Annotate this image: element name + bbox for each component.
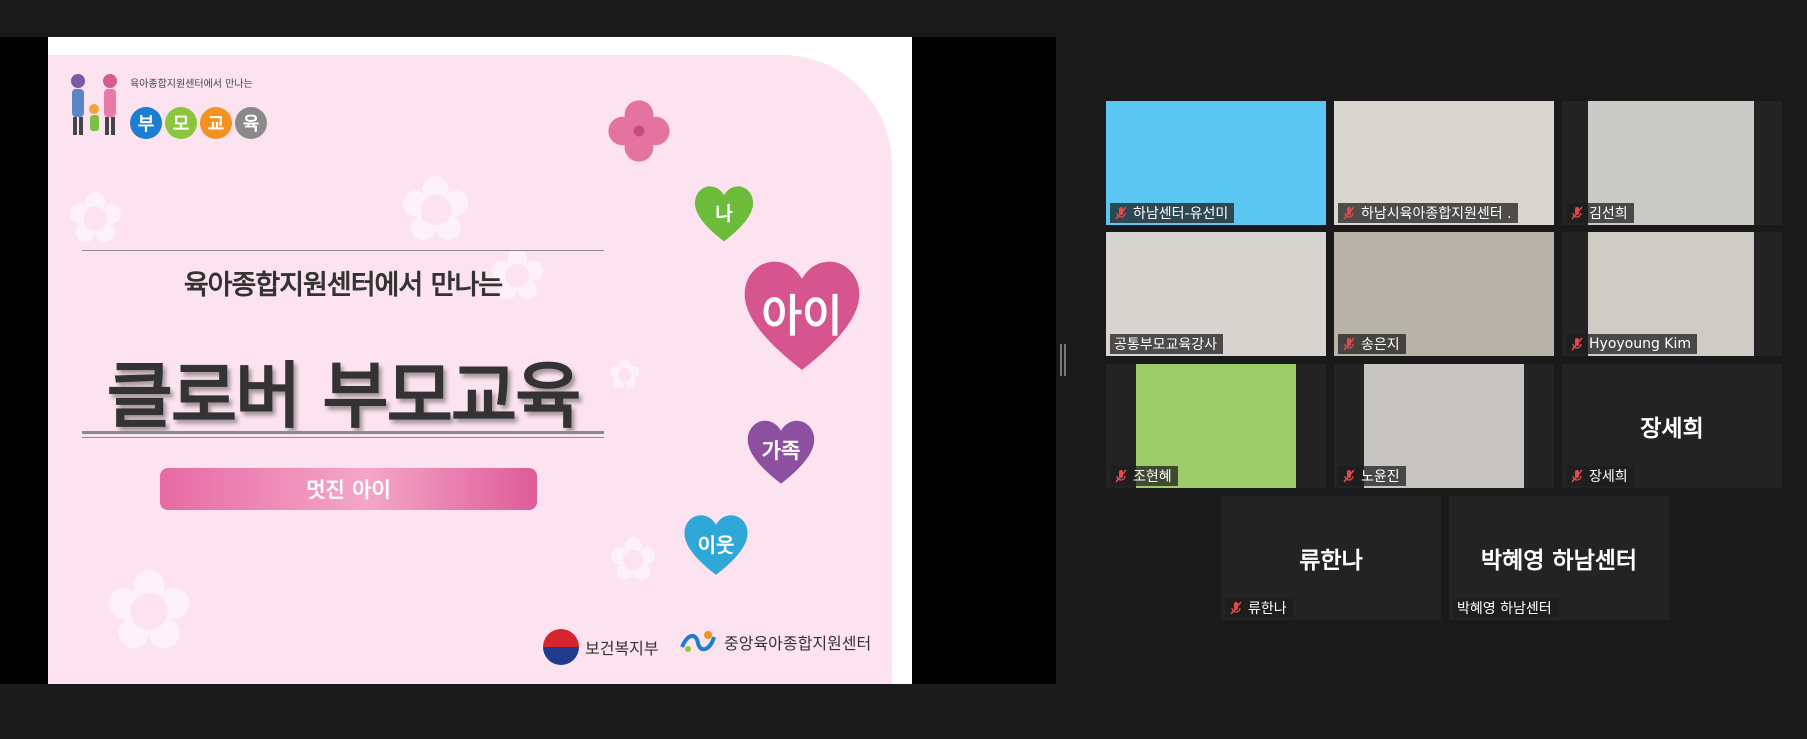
clover-decoration-icon: ✿ [66,177,125,259]
logo-caption: 육아종합지원센터에서 만나는 [130,79,253,90]
participant-name: 하남시육아종합지원센터 . [1361,206,1512,222]
divider [82,437,604,438]
heart-gajok: 가족 [740,410,822,490]
participant-name-tag: 장세희 [1566,466,1634,486]
slide-topic-banner: 멋진 아이 [160,468,537,510]
logo-dot: 육 [235,107,267,139]
participant-name: 공통부모교육강사 [1114,337,1218,353]
heart-label: 나 [715,202,733,225]
mic-muted-icon [1343,206,1355,220]
center-logo: 중앙육아종합지원센터 [678,629,871,655]
participant-name-tag: 조현혜 [1110,466,1178,486]
mic-muted-icon [1343,337,1355,351]
ministry-logo: 보건복지부 [543,629,659,665]
participant-name-tag: Hyoyoung Kim [1566,334,1698,354]
participant-name: 김선희 [1589,206,1628,222]
heart-label: 이웃 [697,532,735,557]
participant-name-tag: 박혜영 하남센터 [1453,598,1558,618]
participant-tile[interactable]: 노윤진 [1334,364,1554,488]
heart-iut: 이웃 [678,505,754,581]
clover-decoration-icon: ✿ [608,352,642,398]
center-logo-icon [680,631,716,652]
mic-muted-icon [1343,469,1355,483]
clover-decoration-icon: ✿ [398,157,474,262]
participant-tile[interactable]: 조현혜 [1106,364,1326,488]
mic-muted-icon [1230,601,1242,615]
participant-name-tag: 김선희 [1566,203,1634,223]
participant-tile[interactable]: Hyoyoung Kim [1562,232,1782,356]
logo-dot: 교 [200,107,232,139]
clover-decoration-icon: ✿ [608,525,659,595]
logo-wordmark: 부 모 교 육 [130,107,267,139]
divider [82,431,604,434]
participant-name: 하남센터-유선미 [1133,206,1229,222]
participant-name: 류한나 [1248,601,1287,617]
heart-label: 아이 [761,291,843,342]
participant-name-tag: 송은지 [1338,334,1406,354]
participant-name: 장세희 [1589,469,1628,485]
center-name: 중앙육아종합지원센터 [724,634,872,653]
participant-tile[interactable]: 류한나 류한나 [1221,496,1441,620]
logo-dot: 부 [130,107,162,139]
participant-name-tag: 하남시육아종합지원센터 . [1338,203,1518,223]
zoom-window: ✿ ✿ ✿ ✿ ✿ ✿ 육아종합지원센터에서 만나는 부 모 교 육 육아종합지… [0,0,1807,739]
participant-name-tag: 류한나 [1225,598,1293,618]
divider [82,250,604,251]
participant-name-tag: 하남센터-유선미 [1110,203,1235,223]
heart-ai: 아이 [733,242,871,382]
heart-na: 나 [688,177,760,247]
participant-name: 박혜영 하남센터 [1457,601,1552,617]
ministry-name: 보건복지부 [585,639,659,658]
mic-muted-icon [1571,337,1583,351]
shared-screen: ✿ ✿ ✿ ✿ ✿ ✿ 육아종합지원센터에서 만나는 부 모 교 육 육아종합지… [0,37,1056,684]
participant-name: 조현혜 [1133,469,1172,485]
family-logo-icon [71,74,117,135]
split-view-handle[interactable] [1060,344,1066,376]
participant-name: Hyoyoung Kim [1589,336,1692,352]
heart-label: 가족 [761,439,801,463]
participant-name: 노윤진 [1361,469,1400,485]
participant-tile[interactable]: 송은지 [1334,232,1554,356]
participant-tile[interactable]: 장세희 장세희 [1562,364,1782,488]
participant-name-tag: 노윤진 [1338,466,1406,486]
participant-name-tag: 공통부모교육강사 [1110,334,1224,354]
participant-tile[interactable]: 공통부모교육강사 [1106,232,1326,356]
slide-subtitle: 육아종합지원센터에서 만나는 [183,270,503,301]
mic-muted-icon [1115,469,1127,483]
pink-clover-icon [608,100,670,162]
clover-decoration-icon: ✿ [103,546,196,674]
logo-dot: 모 [165,107,197,139]
presentation-slide: ✿ ✿ ✿ ✿ ✿ ✿ 육아종합지원센터에서 만나는 부 모 교 육 육아종합지… [48,37,912,684]
participant-tile[interactable]: 박혜영 하남센터 박혜영 하남센터 [1449,496,1669,620]
participant-tile[interactable]: 김선희 [1562,101,1782,225]
mic-muted-icon [1115,206,1127,220]
participant-tile[interactable]: 하남시육아종합지원센터 . [1334,101,1554,225]
taegeuk-icon [543,629,579,665]
participant-name: 송은지 [1361,337,1400,353]
mic-muted-icon [1571,469,1583,483]
participant-tile[interactable]: 하남센터-유선미 [1106,101,1326,225]
mic-muted-icon [1571,206,1583,220]
slide-title: 클로버 부모교육 [106,354,582,438]
